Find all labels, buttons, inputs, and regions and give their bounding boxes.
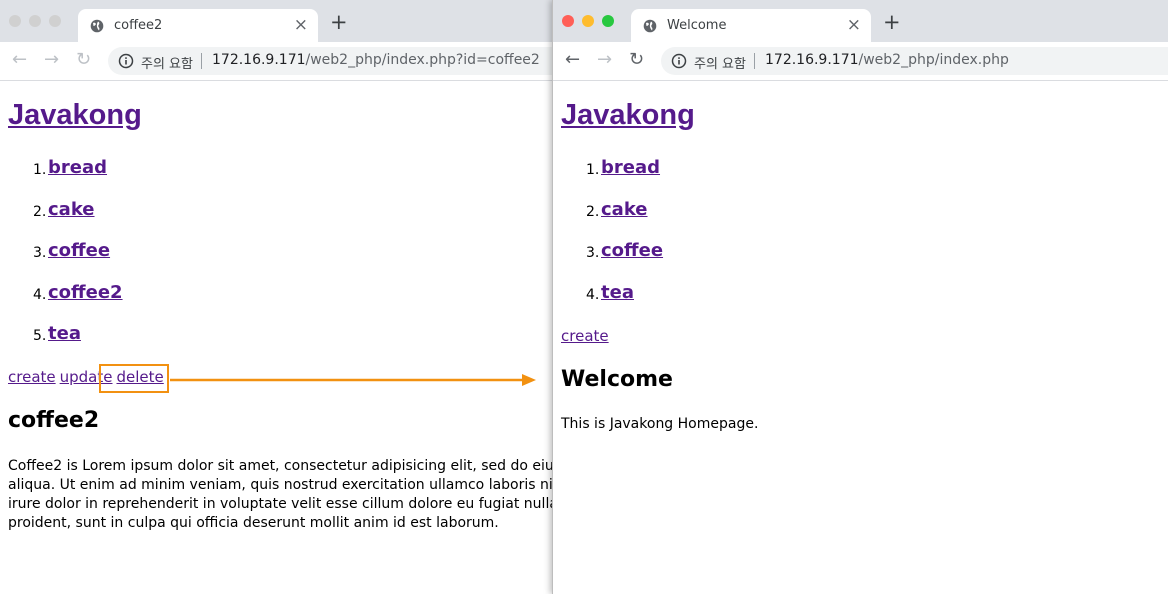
article-body: Coffee2 is Lorem ipsum dolor sit amet, c… — [8, 457, 552, 533]
topic-link-bread[interactable]: bread — [601, 157, 660, 178]
url-host: 172.16.9.171 — [765, 52, 859, 68]
url-path: /web2_php/index.php — [858, 52, 1009, 68]
toolbar: ← → ↻ 주의 요함 172.16.9.171/web2_php/index.… — [0, 42, 552, 81]
page-content: Javakong 1. bread 2. cake 3. coffee 4. coffe… — [0, 81, 552, 594]
url-path: /web2_php/index.php?id=coffee2 — [305, 52, 540, 68]
reload-icon[interactable]: ↻ — [76, 50, 91, 70]
topic-link-cake[interactable]: cake — [601, 199, 648, 220]
topic-link-coffee[interactable]: coffee — [48, 240, 110, 261]
new-tab-icon[interactable]: + — [883, 11, 901, 33]
window-controls — [562, 15, 614, 27]
body-line: irure dolor in reprehenderit in voluptat… — [8, 496, 552, 512]
body-line: aliqua. Ut enim ad minim veniam, quis no… — [8, 477, 552, 493]
security-warning[interactable]: 주의 요함 — [141, 53, 193, 72]
close-window-button[interactable] — [562, 15, 574, 27]
browser-window-welcome: Welcome × + ← → ↻ 주의 요함 172.16.9.171/web… — [552, 0, 1168, 594]
new-tab-icon[interactable]: + — [330, 11, 348, 33]
list-number: 5. — [33, 328, 47, 345]
zoom-window-button[interactable] — [49, 15, 61, 27]
tab-welcome[interactable]: Welcome × — [631, 9, 871, 42]
divider — [201, 53, 202, 69]
browser-window-coffee2: coffee2 × + ← → ↻ 주의 요함 172.16.9.171/web… — [0, 0, 552, 594]
delete-highlight-box — [99, 364, 169, 393]
page-heading: Welcome — [561, 367, 673, 392]
welcome-text: This is Javakong Homepage. — [561, 416, 759, 432]
topic-link-coffee[interactable]: coffee — [601, 240, 663, 261]
body-line: proident, sunt in culpa qui officia dese… — [8, 515, 499, 531]
article-title: coffee2 — [8, 408, 100, 433]
window-controls — [9, 15, 61, 27]
info-icon[interactable] — [671, 53, 687, 69]
info-icon[interactable] — [118, 53, 134, 69]
list-number: 4. — [33, 286, 47, 303]
topic-link-tea[interactable]: tea — [601, 282, 634, 303]
toolbar: ← → ↻ 주의 요함 172.16.9.171/web2_php/index.… — [553, 42, 1168, 81]
back-icon[interactable]: ← — [565, 50, 580, 70]
tab-strip: Welcome × + — [553, 0, 1168, 42]
minimize-window-button[interactable] — [582, 15, 594, 27]
list-number: 4. — [586, 286, 600, 303]
address-bar[interactable]: 주의 요함 172.16.9.171/web2_php/index.php — [661, 47, 1168, 75]
close-window-button[interactable] — [9, 15, 21, 27]
forward-icon[interactable]: → — [597, 50, 612, 70]
divider — [754, 53, 755, 69]
tab-strip: coffee2 × + — [0, 0, 552, 42]
close-tab-icon[interactable]: × — [847, 15, 861, 35]
body-line: Coffee2 is Lorem ipsum dolor sit amet, c… — [8, 458, 552, 474]
list-number: 3. — [586, 245, 600, 262]
topic-link-coffee2[interactable]: coffee2 — [48, 282, 123, 303]
topic-link-cake[interactable]: cake — [48, 199, 95, 220]
tab-coffee2[interactable]: coffee2 × — [78, 9, 318, 42]
list-number: 2. — [33, 203, 47, 220]
reload-icon[interactable]: ↻ — [629, 50, 644, 70]
list-number: 3. — [33, 245, 47, 262]
url-text[interactable]: 172.16.9.171/web2_php/index.php — [765, 52, 1009, 68]
globe-icon — [643, 19, 657, 33]
security-warning[interactable]: 주의 요함 — [694, 53, 746, 72]
site-title-link[interactable]: Javakong — [8, 99, 142, 132]
control-links: create — [561, 327, 613, 345]
address-bar[interactable]: 주의 요함 172.16.9.171/web2_php/index.php?id… — [108, 47, 552, 75]
tab-title: coffee2 — [114, 18, 163, 33]
site-title-link[interactable]: Javakong — [561, 99, 695, 132]
list-number: 1. — [33, 162, 47, 178]
create-link[interactable]: create — [561, 327, 609, 345]
topic-link-tea[interactable]: tea — [48, 323, 81, 344]
create-link[interactable]: create — [8, 368, 56, 386]
arrow-annotation-icon — [170, 374, 536, 386]
url-host: 172.16.9.171 — [212, 52, 306, 68]
list-number: 1. — [586, 162, 600, 178]
back-icon[interactable]: ← — [12, 50, 27, 70]
topic-link-bread[interactable]: bread — [48, 157, 107, 178]
close-tab-icon[interactable]: × — [294, 15, 308, 35]
forward-icon[interactable]: → — [44, 50, 59, 70]
page-content: Javakong 1. bread 2. cake 3. coffee 4. tea c… — [553, 81, 1168, 594]
globe-icon — [90, 19, 104, 33]
minimize-window-button[interactable] — [29, 15, 41, 27]
list-number: 2. — [586, 203, 600, 220]
tab-title: Welcome — [667, 18, 727, 33]
url-text[interactable]: 172.16.9.171/web2_php/index.php?id=coffe… — [212, 52, 540, 68]
zoom-window-button[interactable] — [602, 15, 614, 27]
